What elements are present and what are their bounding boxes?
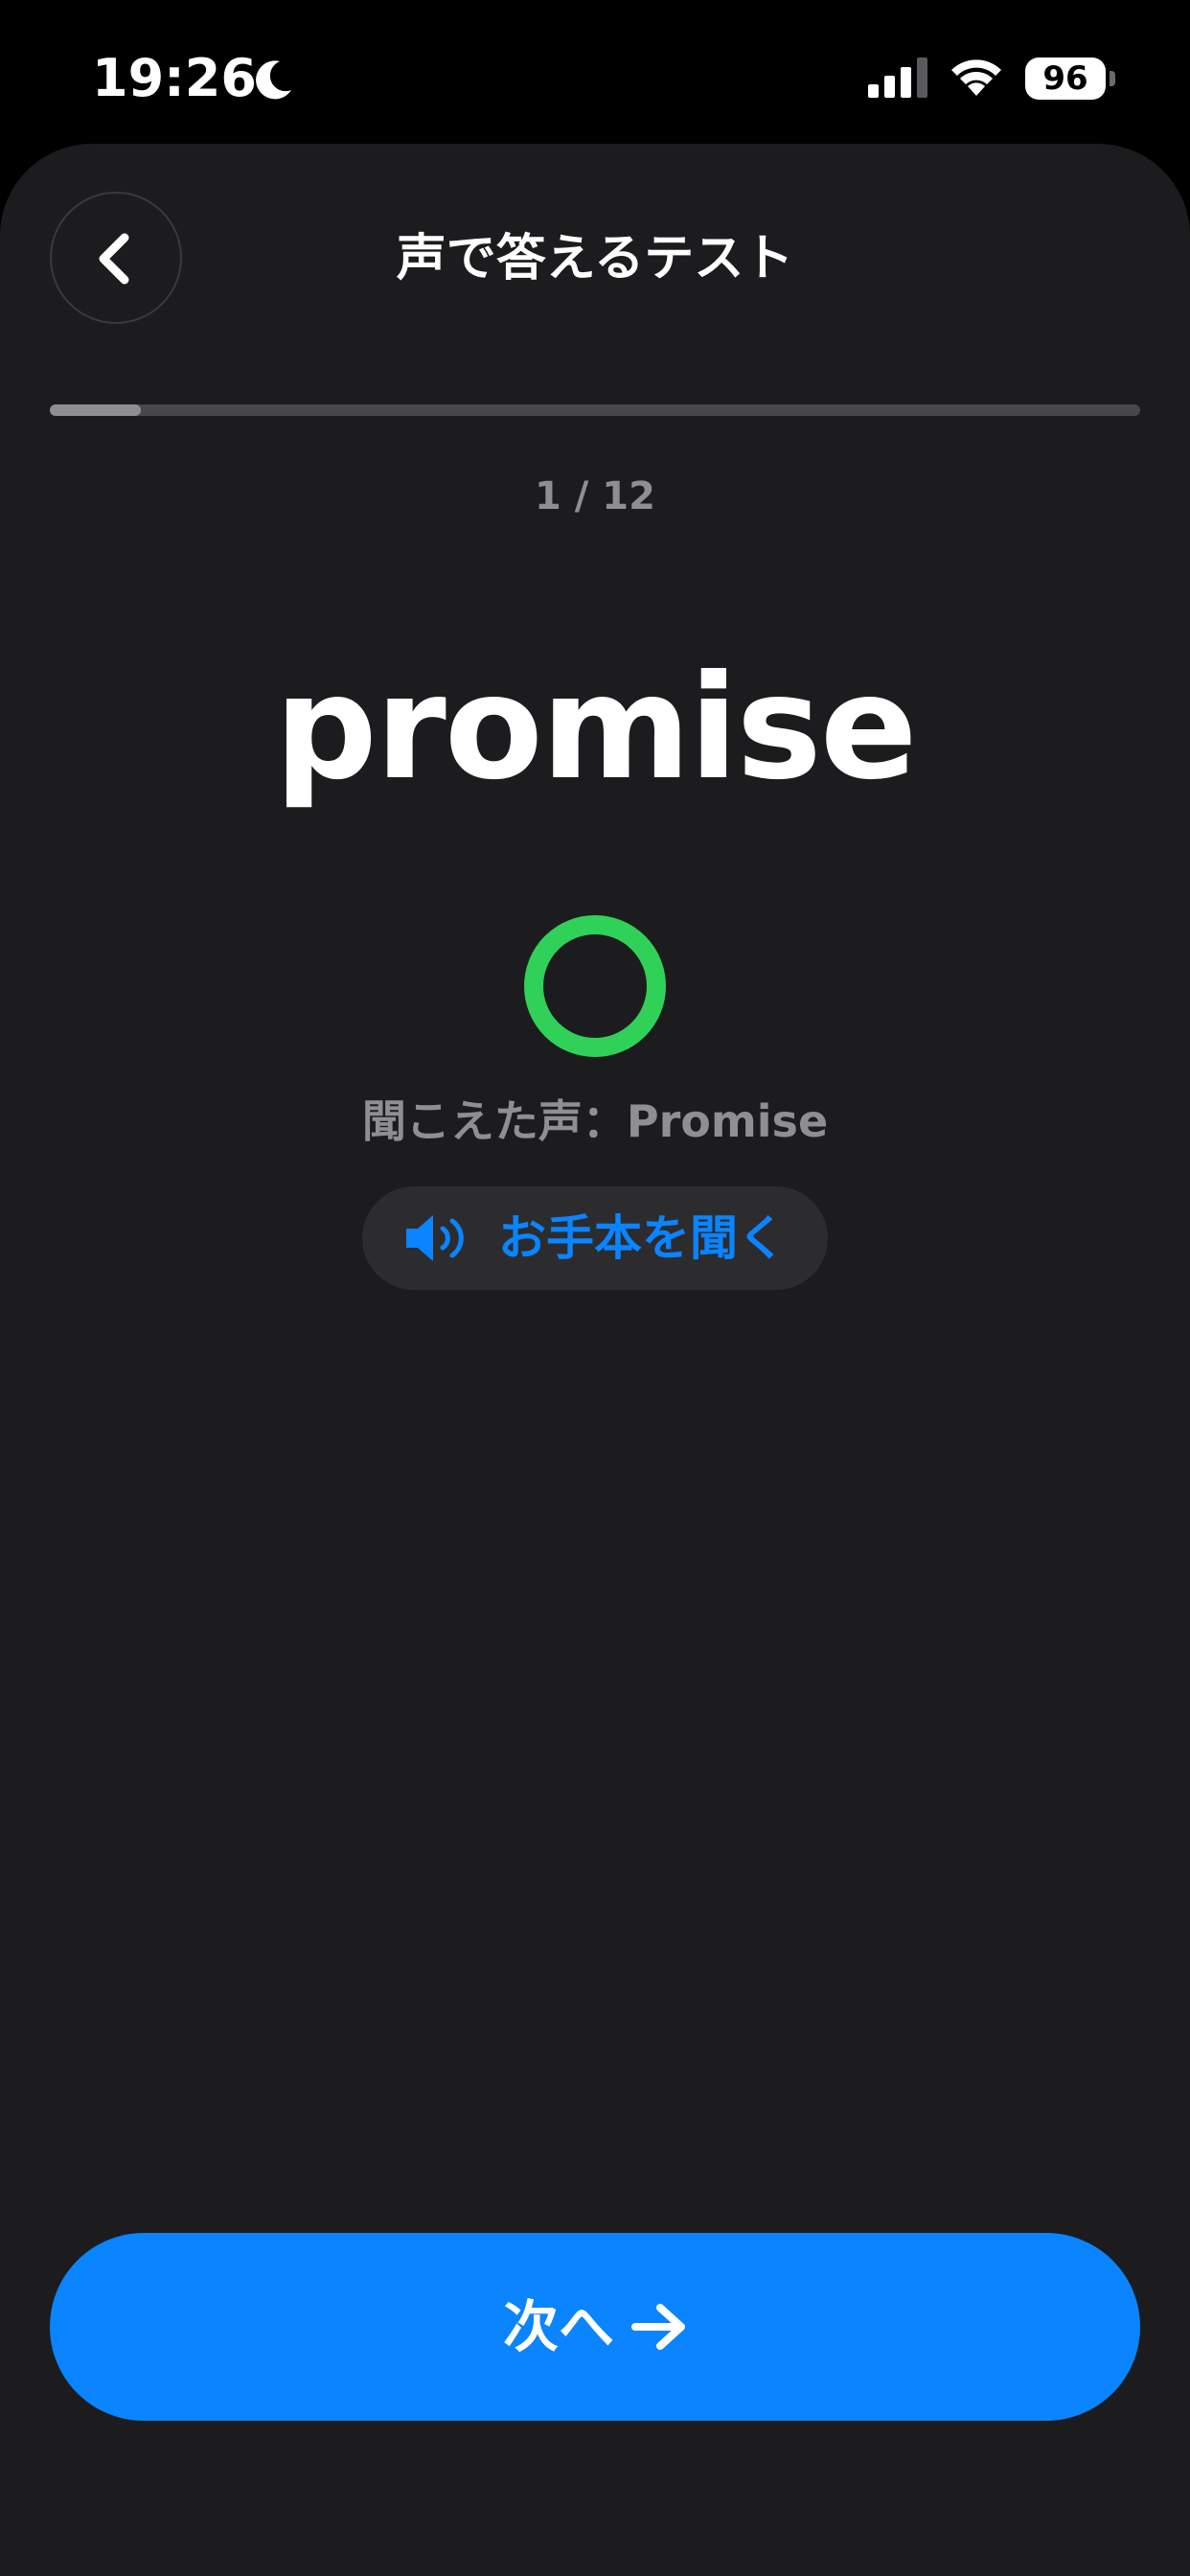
next-label: 次へ bbox=[502, 2294, 614, 2359]
signal-icon bbox=[868, 58, 927, 98]
back-button[interactable] bbox=[50, 192, 182, 324]
quiz-sheet: 声で答えるテスト 1 / 12 promise 聞こえた声：Promise お手… bbox=[0, 144, 1190, 2576]
listen-sample-label: お手本を聞く bbox=[498, 1210, 786, 1266]
status-bar: 19:26 96 bbox=[0, 0, 1190, 144]
screen: 19:26 96 声で答えるテスト 1 / 12 promise 聞こえた声：P… bbox=[0, 0, 1190, 2576]
circle-correct-icon bbox=[524, 915, 666, 1057]
quiz-word: promise bbox=[274, 645, 917, 812]
page-title: 声で答えるテスト bbox=[396, 230, 794, 288]
moon-icon bbox=[256, 60, 291, 100]
progress-fill bbox=[50, 404, 141, 416]
heard-text: 聞こえた声：Promise bbox=[361, 1095, 829, 1147]
battery-icon: 96 bbox=[1025, 58, 1106, 100]
status-time: 19:26 bbox=[92, 48, 257, 108]
battery-level: 96 bbox=[1042, 59, 1088, 98]
next-button[interactable]: 次へ bbox=[50, 2233, 1140, 2421]
speaker-icon bbox=[406, 1215, 464, 1261]
progress-counter: 1 / 12 bbox=[535, 474, 655, 518]
wifi-icon bbox=[951, 59, 1001, 96]
battery-tip bbox=[1110, 71, 1115, 86]
arrow-right-icon bbox=[631, 2304, 685, 2350]
chevron-left-icon bbox=[99, 233, 129, 285]
listen-sample-button[interactable]: お手本を聞く bbox=[362, 1186, 828, 1290]
progress-bar bbox=[50, 404, 1140, 416]
